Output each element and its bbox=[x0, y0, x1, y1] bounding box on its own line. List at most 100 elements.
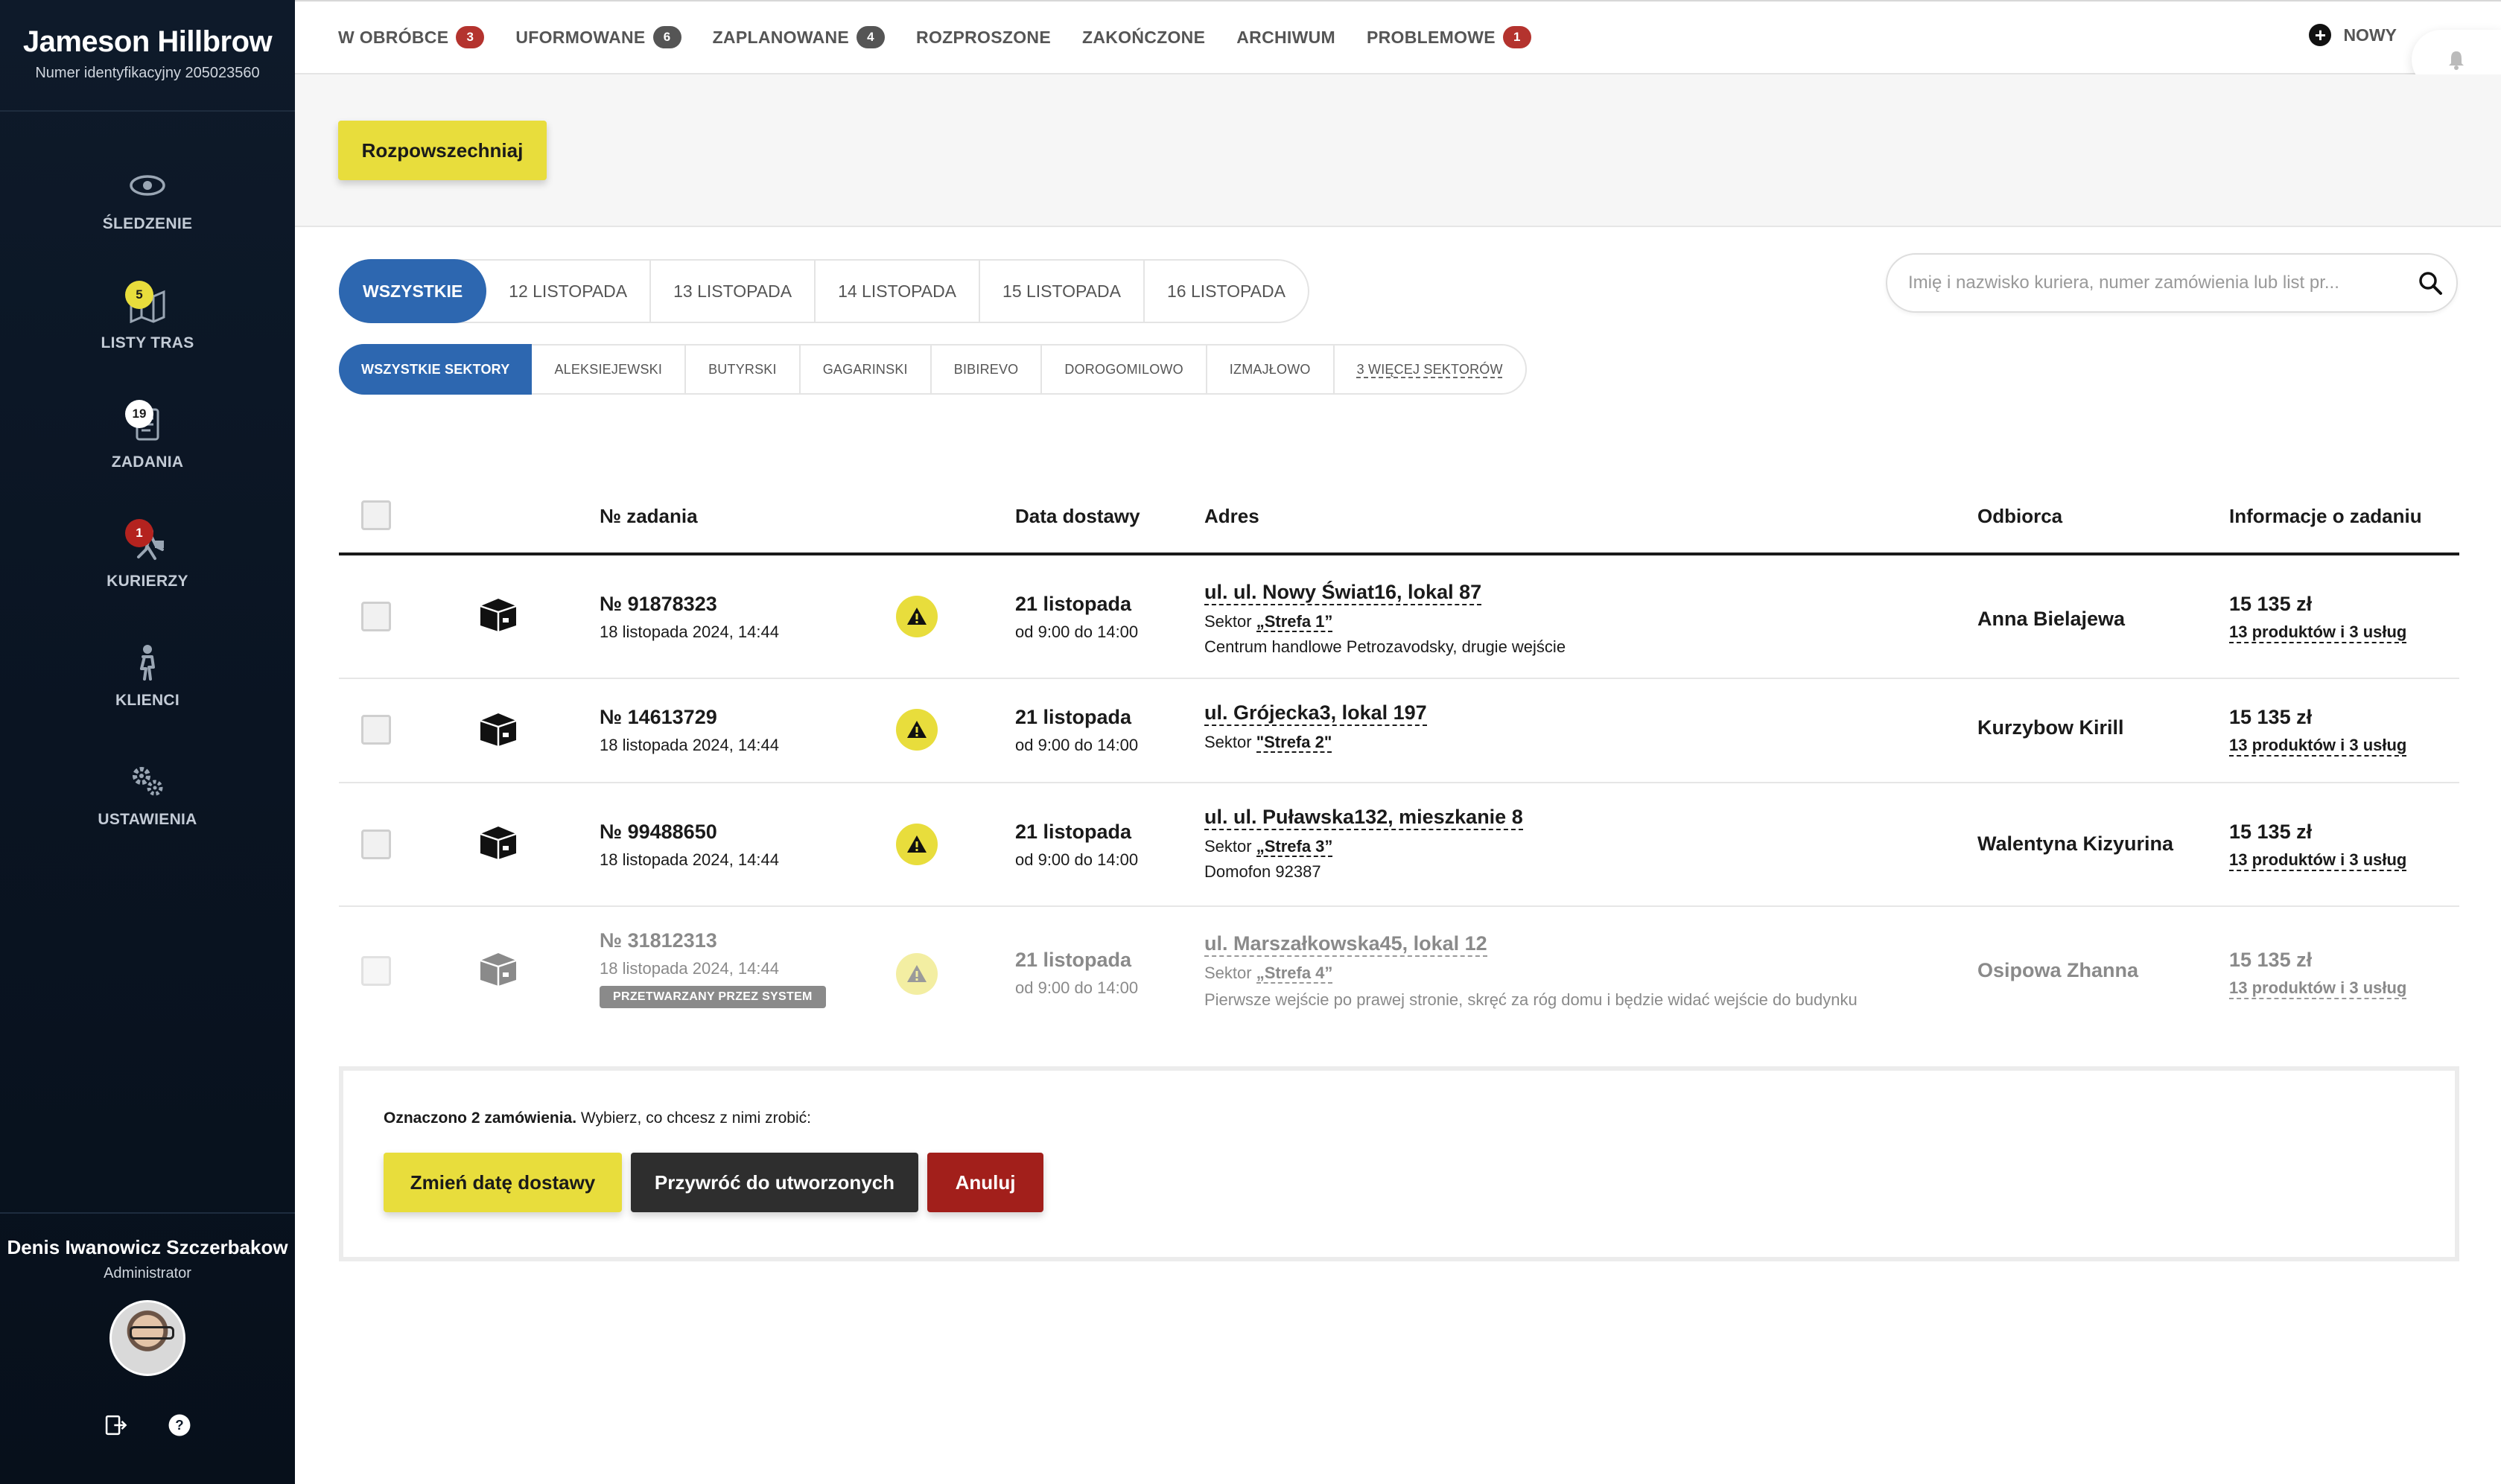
sector-filter-option[interactable]: DOROGOMILOWO bbox=[1042, 345, 1207, 393]
cancel-button[interactable]: Anuluj bbox=[927, 1153, 1043, 1212]
sector-name[interactable]: "Strefa 2" bbox=[1256, 733, 1332, 753]
address-link[interactable]: ul. ul. Nowy Świat16, lokal 87 bbox=[1204, 581, 1482, 605]
tab-archive[interactable]: ARCHIWUM bbox=[1236, 28, 1335, 48]
sector-name[interactable]: „Strefa 1” bbox=[1256, 612, 1333, 632]
sector-filter-all[interactable]: WSZYSTKIE SEKTORY bbox=[339, 344, 533, 395]
warning-icon[interactable] bbox=[896, 953, 938, 995]
order-number[interactable]: № 91878323 bbox=[600, 593, 717, 616]
brand-name: Jameson Hillbrow bbox=[22, 25, 273, 58]
sector-filter-option[interactable]: BIBIREVO bbox=[932, 345, 1043, 393]
sidebar-item-clients[interactable]: KLIENCI bbox=[0, 617, 295, 736]
eye-icon bbox=[125, 166, 170, 205]
order-number[interactable]: № 31812313 bbox=[600, 929, 717, 952]
sidebar-item-route-lists[interactable]: 5 LISTY TRAS bbox=[0, 259, 295, 378]
route-map-icon: 5 bbox=[125, 281, 170, 324]
action-bar: Rozpowszechniaj bbox=[295, 74, 2501, 227]
order-price: 15 135 zł bbox=[2229, 949, 2313, 971]
sector-filter-option[interactable]: GAGARINSKI bbox=[801, 345, 932, 393]
address-link[interactable]: ul. Marszałkowska45, lokal 12 bbox=[1204, 932, 1487, 957]
table-row[interactable]: № 14613729 18 listopada 2024, 14:44 21 l… bbox=[339, 679, 2459, 783]
search-input[interactable] bbox=[1908, 273, 2404, 293]
order-items-link[interactable]: 13 produktów i 3 usług bbox=[2229, 736, 2407, 757]
change-delivery-date-button[interactable]: Zmień datę dostawy bbox=[384, 1153, 622, 1212]
sidebar-item-tracking[interactable]: ŚLEDZENIE bbox=[0, 140, 295, 259]
tab-label: UFORMOWANE bbox=[515, 27, 646, 47]
row-checkbox[interactable] bbox=[361, 715, 391, 745]
tab-formed[interactable]: UFORMOWANE 6 bbox=[515, 26, 681, 48]
orders-table: № zadania Data dostawy Adres Odbiorca In… bbox=[339, 484, 2459, 1034]
sector-filter-option[interactable]: IZMAJŁOWO bbox=[1207, 345, 1335, 393]
address-link[interactable]: ul. ul. Puławska132, mieszkanie 8 bbox=[1204, 806, 1523, 830]
delivery-date: 21 listopada bbox=[1015, 706, 1132, 728]
header-info: Informacje o zadaniu bbox=[2229, 505, 2422, 527]
sector-filter-more[interactable]: 3 WIĘCEJ SEKTORÓW bbox=[1335, 345, 1525, 393]
warning-icon[interactable] bbox=[896, 596, 938, 637]
brand-block: Jameson Hillbrow Numer identyfikacyjny 2… bbox=[0, 0, 295, 112]
sidebar-item-label: ZADANIA bbox=[111, 453, 184, 471]
sector-prefix: Sektor bbox=[1204, 837, 1256, 856]
order-number[interactable]: № 99488650 bbox=[600, 821, 717, 844]
sector-name[interactable]: „Strefa 3” bbox=[1256, 837, 1333, 857]
address-note: Centrum handlowe Petrozavodsky, drugie w… bbox=[1204, 637, 1566, 656]
warning-icon[interactable] bbox=[896, 824, 938, 865]
sector-prefix: Sektor bbox=[1204, 733, 1256, 751]
order-items-link[interactable]: 13 produktów i 3 usług bbox=[2229, 850, 2407, 871]
sidebar-item-settings[interactable]: USTAWIENIA bbox=[0, 736, 295, 855]
avatar[interactable] bbox=[109, 1300, 185, 1376]
system-processing-badge: PRZETWARZANY PRZEZ SYSTEM bbox=[600, 986, 826, 1008]
date-filter-option[interactable]: 15 LISTOPADA bbox=[980, 261, 1145, 322]
sidebar-item-tasks[interactable]: 19 ZADANIA bbox=[0, 378, 295, 497]
sector-filter-option[interactable]: ALEKSIEJEWSKI bbox=[532, 345, 687, 393]
selection-count: Oznaczono 2 zamówienia. bbox=[384, 1109, 577, 1127]
sidebar-item-couriers[interactable]: 1 KURIERZY bbox=[0, 497, 295, 617]
date-filter-option[interactable]: 16 LISTOPADA bbox=[1145, 261, 1308, 322]
courier-icon: 1 bbox=[125, 519, 170, 562]
date-filter-all[interactable]: WSZYSTKIE bbox=[339, 259, 487, 323]
restore-to-created-button[interactable]: Przywróć do utworzonych bbox=[631, 1153, 918, 1212]
user-box: Denis Iwanowicz Szczerbakow Administrato… bbox=[0, 1212, 295, 1484]
order-created: 18 listopada 2024, 14:44 bbox=[600, 850, 779, 869]
order-items-link[interactable]: 13 produktów i 3 usług bbox=[2229, 622, 2407, 643]
svg-text:?: ? bbox=[175, 1417, 183, 1433]
tab-problematic[interactable]: PROBLEMOWE 1 bbox=[1367, 26, 1531, 48]
help-icon[interactable]: ? bbox=[165, 1410, 194, 1440]
address-link[interactable]: ul. Grójecka3, lokal 197 bbox=[1204, 701, 1427, 726]
date-filter-option[interactable]: 13 LISTOPADA bbox=[651, 261, 816, 322]
sector-filter-option[interactable]: BUTYRSKI bbox=[686, 345, 801, 393]
tab-planned[interactable]: ZAPLANOWANE 4 bbox=[713, 26, 886, 48]
sector-name[interactable]: „Strefa 4” bbox=[1256, 964, 1333, 984]
tab-label: ROZPROSZONE bbox=[916, 27, 1051, 47]
table-header: № zadania Data dostawy Adres Odbiorca In… bbox=[339, 484, 2459, 555]
tab-completed[interactable]: ZAKOŃCZONE bbox=[1082, 28, 1205, 48]
sector-prefix: Sektor bbox=[1204, 964, 1256, 982]
sector-text: Sektor „Strefa 1” bbox=[1204, 612, 1333, 632]
tab-distributed[interactable]: ROZPROSZONE bbox=[916, 28, 1051, 48]
warning-icon[interactable] bbox=[896, 709, 938, 751]
sector-prefix: Sektor bbox=[1204, 612, 1256, 631]
select-all-checkbox[interactable] bbox=[361, 500, 391, 530]
search-button[interactable] bbox=[2404, 270, 2456, 296]
row-checkbox[interactable] bbox=[361, 602, 391, 631]
search-icon bbox=[2419, 272, 2442, 295]
row-checkbox[interactable] bbox=[361, 956, 391, 986]
logout-icon[interactable] bbox=[101, 1410, 130, 1440]
tasks-badge: 19 bbox=[125, 400, 153, 428]
new-order-button[interactable]: + NOWY bbox=[2309, 24, 2397, 46]
distribute-button[interactable]: Rozpowszechniaj bbox=[338, 121, 547, 180]
row-checkbox[interactable] bbox=[361, 829, 391, 859]
new-order-label: NOWY bbox=[2343, 25, 2397, 45]
tab-in-processing[interactable]: W OBRÓBCE 3 bbox=[338, 26, 485, 48]
tab-label: ARCHIWUM bbox=[1236, 27, 1335, 47]
table-row[interactable]: № 91878323 18 listopada 2024, 14:44 21 l… bbox=[339, 555, 2459, 679]
order-number[interactable]: № 14613729 bbox=[600, 706, 717, 729]
recipient-name: Kurzybow Kirill bbox=[1977, 716, 2124, 739]
date-filter-option[interactable]: 14 LISTOPADA bbox=[816, 261, 981, 322]
tab-label: ZAKOŃCZONE bbox=[1081, 27, 1206, 47]
header-order: № zadania bbox=[600, 505, 698, 527]
order-created: 18 listopada 2024, 14:44 bbox=[600, 622, 779, 641]
date-filter-option[interactable]: 12 LISTOPADA bbox=[486, 261, 652, 322]
table-row[interactable]: № 31812313 18 listopada 2024, 14:44 PRZE… bbox=[339, 907, 2459, 1034]
order-items-link[interactable]: 13 produktów i 3 usług bbox=[2229, 978, 2407, 999]
tab-count: 3 bbox=[456, 26, 485, 48]
table-row[interactable]: № 99488650 18 listopada 2024, 14:44 21 l… bbox=[339, 783, 2459, 907]
